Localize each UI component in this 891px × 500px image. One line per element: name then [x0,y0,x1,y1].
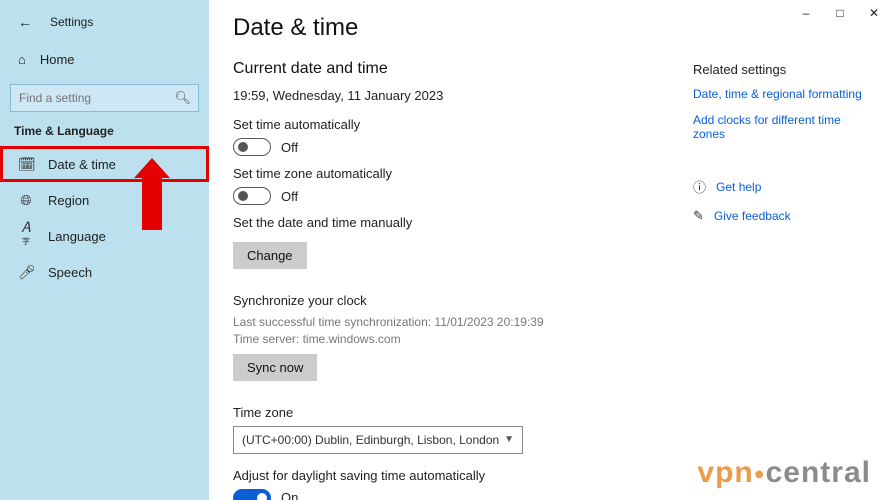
calendar-clock-icon: 🗓︎ [18,156,34,173]
sidebar-item-label: Speech [48,265,92,280]
search-wrap: 🔍︎ [0,84,209,112]
timezone-select[interactable]: (UTC+00:00) Dublin, Edinburgh, Lisbon, L… [233,426,523,454]
page-title: Date & time [233,14,867,42]
sync-last: Last successful time synchronization: 11… [233,314,867,331]
get-help-label: Get help [716,180,761,194]
sidebar-item-label: Region [48,193,89,208]
home-icon: ⌂ [18,52,26,67]
watermark: vpn●central [697,456,871,490]
sidebar-item-date-time[interactable]: 🗓︎ Date & time [0,146,209,182]
close-button[interactable]: ✕ [867,6,881,20]
sidebar-item-region[interactable]: 🌐︎ Region [0,182,209,218]
search-input[interactable] [10,84,199,112]
sync-now-button[interactable]: Sync now [233,354,317,381]
link-add-clocks[interactable]: Add clocks for different time zones [693,113,863,141]
sync-heading: Synchronize your clock [233,293,867,308]
feedback-icon: ✎ [693,208,704,224]
minimize-button[interactable]: – [799,6,813,20]
section-label: Time & Language [0,124,209,138]
sidebar: ← Settings ⌂ Home 🔍︎ Time & Language 🗓︎ … [0,0,209,500]
watermark-post: central [766,456,871,489]
window-title: Settings [50,15,93,29]
sidebar-item-label: Date & time [48,157,116,172]
content: – □ ✕ Date & time Current date and time … [209,0,891,500]
timezone-label: Time zone [233,405,867,420]
globe-icon: 🌐︎ [18,192,34,209]
maximize-button[interactable]: □ [833,6,847,20]
set-time-auto-state: Off [281,140,298,155]
dst-toggle[interactable] [233,489,271,500]
related-settings-panel: Related settings Date, time & regional f… [693,62,863,236]
titlebar: ← Settings [0,8,209,36]
sidebar-item-speech[interactable]: 🎤︎ Speech [0,254,209,290]
home-label: Home [40,52,75,67]
microphone-icon: 🎤︎ [18,264,34,281]
window-controls: – □ ✕ [799,6,881,20]
sync-server: Time server: time.windows.com [233,331,867,348]
dst-state: On [281,490,298,500]
get-help-link[interactable]: ⓘ Get help [693,177,863,196]
sidebar-home[interactable]: ⌂ Home [0,42,209,76]
timezone-value: (UTC+00:00) Dublin, Edinburgh, Lisbon, L… [242,433,499,447]
search-icon: 🔍︎ [174,90,191,106]
related-title: Related settings [693,62,863,77]
set-tz-auto-state: Off [281,189,298,204]
set-tz-auto-toggle[interactable] [233,187,271,205]
help-icon: ⓘ [693,177,706,196]
sidebar-item-label: Language [48,229,106,244]
chevron-down-icon: ▼ [504,434,514,445]
watermark-pre: vpn [697,456,753,489]
give-feedback-link[interactable]: ✎ Give feedback [693,208,863,224]
give-feedback-label: Give feedback [714,209,791,223]
change-button[interactable]: Change [233,242,307,269]
back-arrow-icon[interactable]: ← [18,14,32,30]
link-regional-formatting[interactable]: Date, time & regional formatting [693,87,863,101]
sidebar-item-language[interactable]: 𝐴字 Language [0,218,209,254]
set-time-auto-toggle[interactable] [233,138,271,156]
annotation-arrow [142,176,162,230]
language-icon: 𝐴字 [18,219,34,253]
